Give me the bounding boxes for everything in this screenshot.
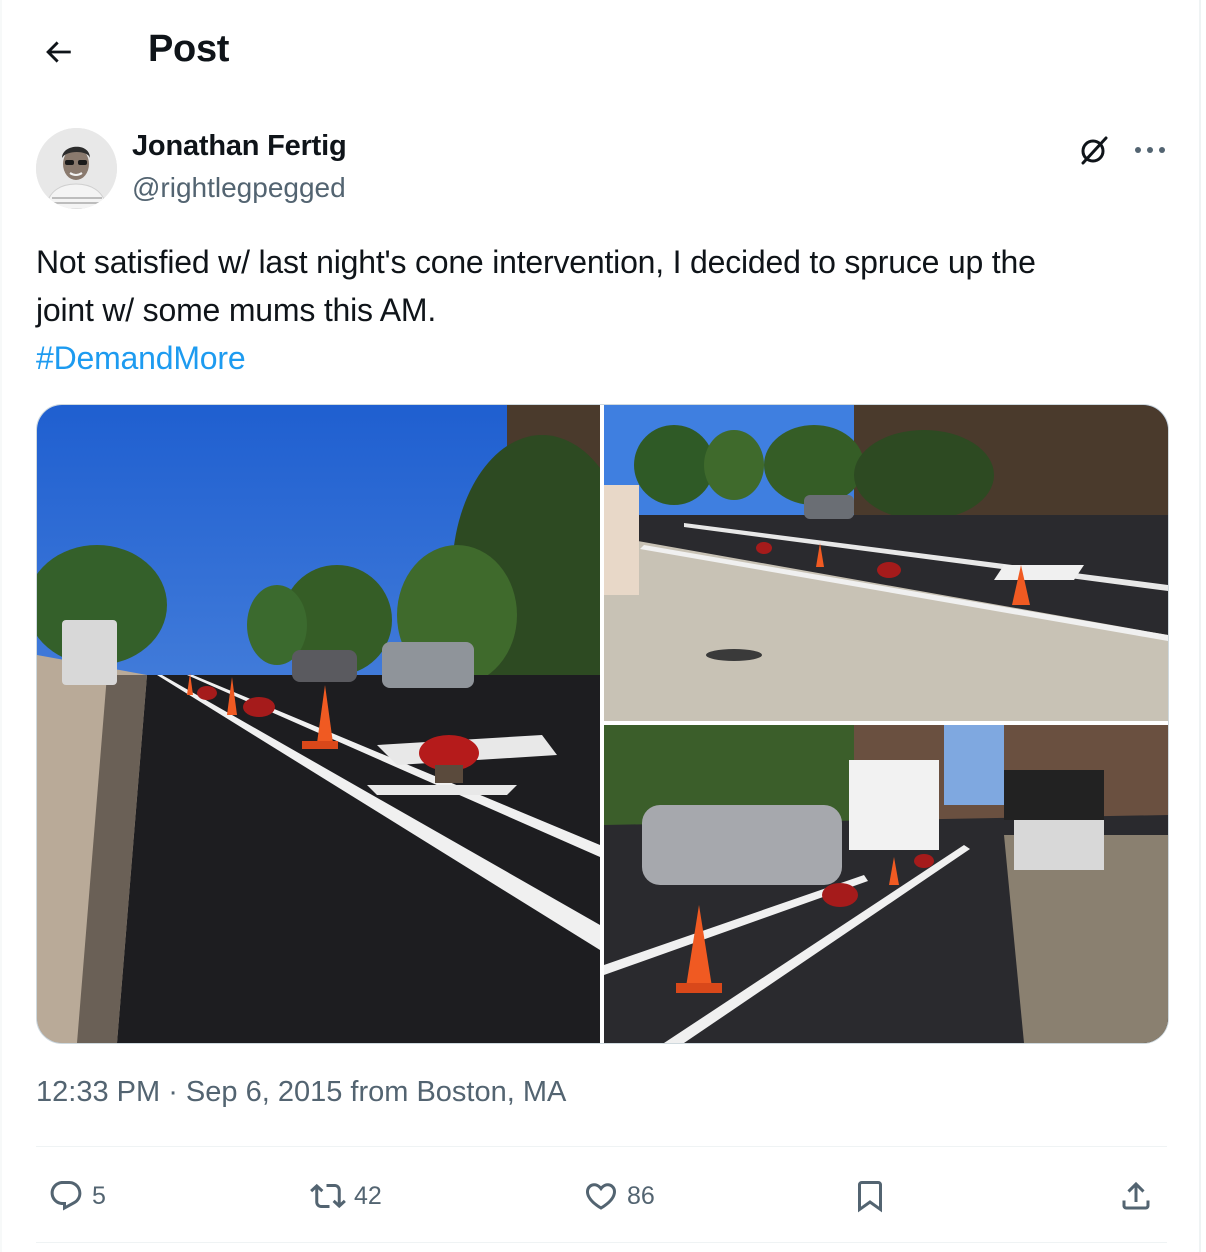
top-bar: Post (0, 0, 1199, 100)
right-border (1199, 0, 1201, 1252)
left-border (0, 0, 2, 1252)
bookmark-icon (858, 1181, 882, 1213)
grok-icon (1081, 136, 1108, 165)
repost-count: 42 (354, 1181, 382, 1210)
reply-button[interactable]: 5 (48, 1172, 106, 1220)
like-button[interactable]: 86 (583, 1172, 655, 1220)
avatar[interactable] (36, 128, 117, 209)
post-text-line-2: joint w/ some mums this AM. (36, 292, 437, 328)
more-horizontal-icon (1135, 147, 1165, 153)
media-grid (36, 404, 1169, 1044)
hashtag-link[interactable]: #DemandMore (36, 334, 246, 382)
page-title: Post (148, 28, 230, 70)
repost-icon (310, 1183, 346, 1209)
post-text-line-1: Not satisfied w/ last night's cone inter… (36, 244, 1036, 280)
photo-1[interactable] (37, 405, 600, 1043)
post-timestamp: 12:33 PM · Sep 6, 2015 from Boston, MA (36, 1076, 566, 1109)
like-count: 86 (627, 1181, 655, 1210)
grok-button[interactable] (1074, 130, 1114, 170)
share-button[interactable] (1118, 1172, 1154, 1220)
photo-3[interactable] (604, 725, 1168, 1043)
post-location: from Boston, MA (350, 1076, 567, 1108)
photo-2[interactable] (604, 405, 1168, 721)
repost-button[interactable]: 42 (310, 1172, 382, 1220)
heart-icon (585, 1183, 617, 1210)
divider (36, 1242, 1167, 1243)
reply-icon (50, 1181, 82, 1211)
back-button[interactable] (30, 24, 86, 80)
reply-count: 5 (92, 1181, 106, 1210)
post-date-link[interactable]: Sep 6, 2015 (186, 1076, 342, 1108)
author-handle[interactable]: @rightlegpegged (132, 172, 346, 204)
arrow-left-icon (46, 41, 71, 63)
post-time-link[interactable]: 12:33 PM (36, 1076, 160, 1108)
meta-separator: · (160, 1076, 186, 1108)
more-options-button[interactable] (1128, 130, 1172, 170)
divider (36, 1146, 1167, 1147)
post-text: Not satisfied w/ last night's cone inter… (36, 238, 1176, 382)
author-name[interactable]: Jonathan Fertig (132, 130, 347, 163)
share-icon (1122, 1181, 1150, 1210)
bookmark-button[interactable] (852, 1172, 888, 1220)
